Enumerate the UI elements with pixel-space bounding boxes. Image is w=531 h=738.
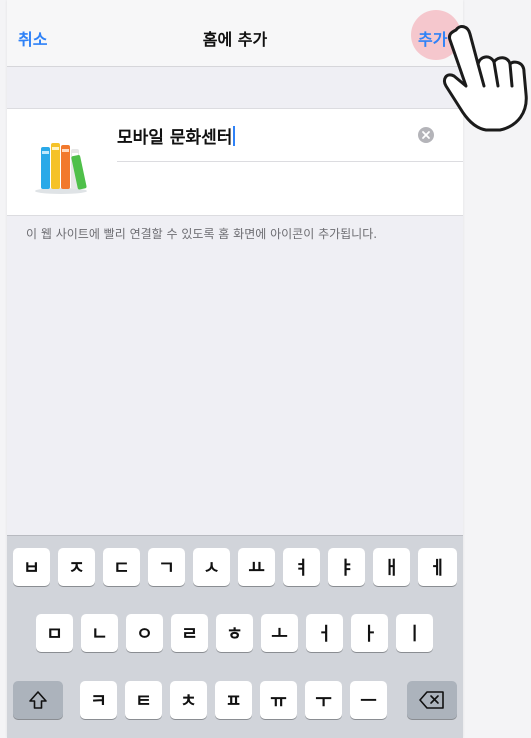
key[interactable]: ㅛ <box>238 548 275 586</box>
key[interactable]: ㅋ <box>80 681 117 719</box>
key[interactable]: ㅗ <box>261 614 298 652</box>
key[interactable]: ㅁ <box>36 614 73 652</box>
books-icon <box>35 143 87 194</box>
korean-keyboard: ㅂ ㅈ ㄷ ㄱ ㅅ ㅛ ㅕ ㅑ ㅐ ㅔ ㅁ ㄴ ㅇ ㄹ ㅎ ㅗ ㅓ ㅏ ㅣ ㅋ … <box>7 535 463 738</box>
key[interactable]: ㅊ <box>170 681 207 719</box>
key[interactable]: ㅜ <box>305 681 342 719</box>
phone-screen: 취소 홈에 추가 추가 모바일 문화센터 이 웹 사이트에 빨리 연결할 수 있… <box>7 0 463 738</box>
key[interactable]: ㅏ <box>351 614 388 652</box>
key[interactable]: ㄱ <box>148 548 185 586</box>
clear-circle-icon[interactable] <box>417 126 435 144</box>
key[interactable]: ㄴ <box>81 614 118 652</box>
key[interactable]: ㅣ <box>396 614 433 652</box>
helper-text: 이 웹 사이트에 빨리 연결할 수 있도록 홈 화면에 아이콘이 추가됩니다. <box>26 227 378 241</box>
shift-key[interactable] <box>13 681 63 719</box>
key[interactable]: ㅎ <box>216 614 253 652</box>
key[interactable]: ㅂ <box>13 548 50 586</box>
key[interactable]: ㅐ <box>373 548 410 586</box>
key[interactable]: ㄷ <box>103 548 140 586</box>
key[interactable]: ㅔ <box>418 548 457 586</box>
input-divider <box>117 161 463 162</box>
shortcut-card: 모바일 문화센터 <box>7 108 463 216</box>
key[interactable]: ㅑ <box>328 548 365 586</box>
shortcut-name-field[interactable]: 모바일 문화센터 <box>117 123 236 148</box>
backspace-icon <box>419 691 444 709</box>
key[interactable]: ㅓ <box>306 614 343 652</box>
key[interactable]: ㅅ <box>193 548 230 586</box>
key[interactable]: ㅕ <box>283 548 320 586</box>
key[interactable]: ㅡ <box>350 681 387 719</box>
key[interactable]: ㅌ <box>125 681 162 719</box>
page-title: 홈에 추가 <box>202 30 268 49</box>
key[interactable]: ㅇ <box>126 614 163 652</box>
key[interactable]: ㅍ <box>215 681 252 719</box>
delete-key[interactable] <box>407 681 457 719</box>
hand-pointer-icon <box>442 25 528 132</box>
key[interactable]: ㅈ <box>58 548 95 586</box>
shift-arrow-icon <box>29 691 47 709</box>
shortcut-name-value: 모바일 문화센터 <box>117 128 233 148</box>
text-cursor <box>233 126 236 146</box>
navigation-bar: 취소 홈에 추가 추가 <box>7 0 463 67</box>
key[interactable]: ㅠ <box>260 681 297 719</box>
key[interactable]: ㄹ <box>171 614 208 652</box>
